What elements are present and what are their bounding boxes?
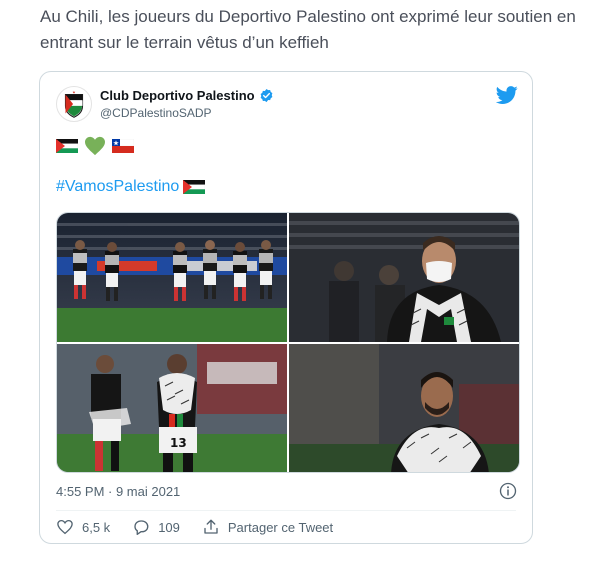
heart-icon [57, 519, 73, 535]
tweet-divider [56, 510, 516, 511]
tweet-timestamp[interactable]: 4:55 PM · 9 mai 2021 [56, 484, 180, 499]
article-line-1: Au Chili, les joueurs du Deportivo Pales… [40, 7, 576, 26]
hashtag-link[interactable]: #VamosPalestino [56, 178, 179, 196]
media-grid[interactable]: 13 [56, 212, 520, 473]
author-handle[interactable]: @CDPalestinoSADP [100, 106, 212, 120]
photo-coach-keffiyeh[interactable] [289, 213, 519, 342]
reply-count: 109 [158, 519, 180, 535]
photo-team-on-field[interactable] [57, 213, 287, 342]
share-icon [204, 519, 218, 534]
palestine-flag-icon [183, 180, 206, 194]
like-button[interactable]: 6,5 k [56, 518, 110, 536]
photo-player-13-keffiyeh[interactable]: 13 [57, 344, 287, 472]
club-avatar[interactable]: ★ [56, 86, 92, 122]
verified-badge-icon [260, 88, 272, 103]
twitter-bird-icon[interactable] [496, 84, 518, 106]
chile-flag-icon [112, 139, 134, 153]
svg-text:13: 13 [170, 436, 187, 450]
author-name[interactable]: Club Deportivo Palestino [100, 88, 255, 103]
reply-icon [134, 520, 149, 536]
tweet-actions: 6,5 k 109 Partager ce Tweet [56, 518, 355, 536]
reply-button[interactable]: 109 [132, 518, 180, 536]
hashtag-row: #VamosPalestino [56, 178, 206, 196]
tweet-embed[interactable]: ★ Club Deportivo Palestino @CDPalestinoS… [39, 71, 533, 544]
article-line-2: entrant sur le terrain vêtus d’un keffie… [40, 33, 329, 52]
info-icon[interactable] [499, 482, 517, 500]
author-name-row[interactable]: Club Deportivo Palestino [100, 88, 274, 103]
article-intro: Au Chili, les joueurs du Deportivo Pales… [40, 4, 595, 56]
emoji-row [56, 136, 134, 156]
palestine-flag-icon [56, 139, 78, 153]
share-button[interactable]: Partager ce Tweet [202, 518, 333, 536]
share-label: Partager ce Tweet [227, 519, 334, 535]
like-count: 6,5 k [82, 519, 111, 535]
green-heart-icon [85, 136, 105, 156]
photo-player-keffiyeh[interactable] [289, 344, 519, 472]
